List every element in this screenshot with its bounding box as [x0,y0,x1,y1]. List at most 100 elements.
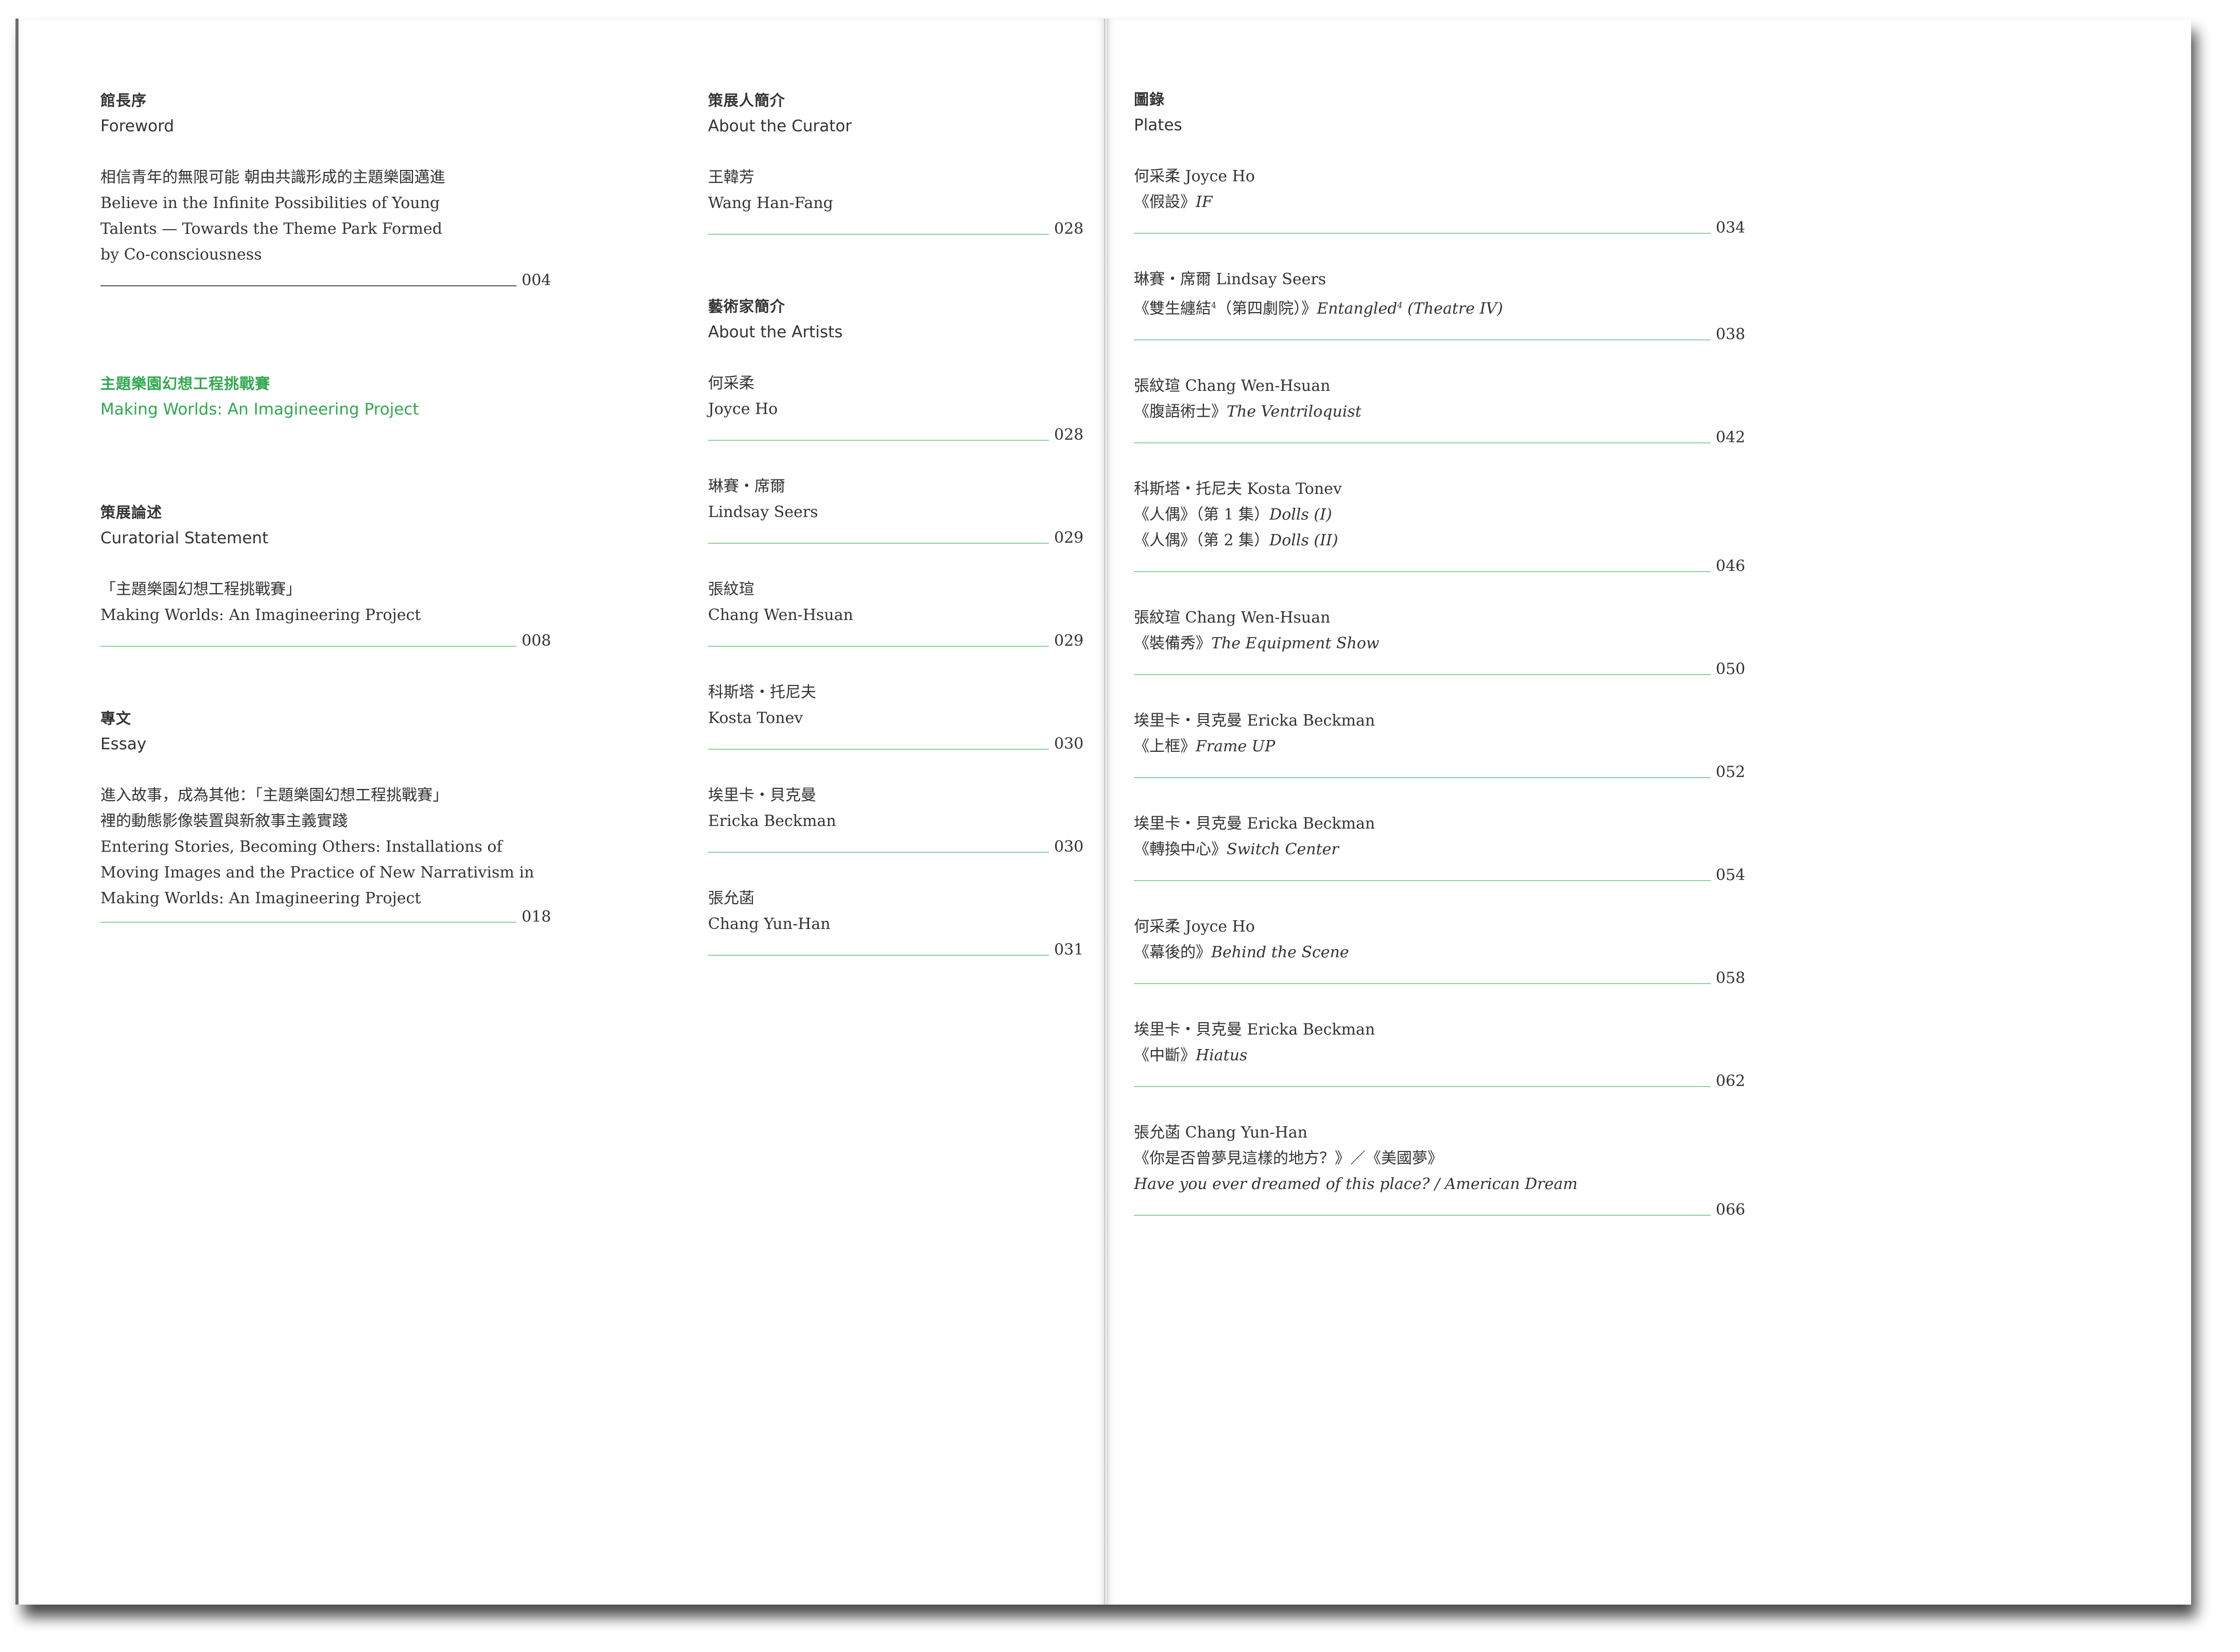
page-number: 028 [1054,220,1084,238]
leader-rule [1134,233,1711,234]
plate-entry[interactable]: 科斯塔・托尼夫 Kosta Tonev 《人偶》（第 1 集）Dolls (I)… [1134,476,1757,579]
page-number: 058 [1716,969,1746,987]
plate-artist: 琳賽・席爾 Lindsay Seers [1134,270,1326,288]
entry-title-line: Making Worlds: An Imagineering Project [100,606,421,624]
section-heading-en: Plates [1134,116,1182,134]
leader-rule [1134,983,1711,984]
toc-column-2: 策展人簡介 About the Curator 王韓芳 Wang Han-Fan… [708,88,1089,963]
toc-entry-curator[interactable]: 策展人簡介 About the Curator 王韓芳 Wang Han-Fan… [708,88,1089,242]
plate-title: 《雙生纏結4（第四劇院）》Entangled4 (Theatre IV) [1134,300,1503,318]
plate-entry[interactable]: 埃里卡・貝克曼 Ericka Beckman 《轉換中心》Switch Cent… [1134,811,1757,888]
section-heading-en: Essay [100,735,147,753]
plate-entry[interactable]: 張紋瑄 Chang Wen-Hsuan 《腹語術士》The Ventriloqu… [1134,373,1757,451]
plate-title: 《轉換中心》Switch Center [1134,840,1339,858]
page-number: 042 [1716,428,1746,446]
plate-entry[interactable]: 何采柔 Joyce Ho 《假設》IF 034 [1134,164,1757,241]
plate-artist: 何采柔 Joyce Ho [1134,918,1255,936]
artist-name-zh: 張允菡 [708,889,754,907]
section-heading-zh: 專文 [100,710,132,727]
leader-rule [708,543,1049,544]
plate-entry[interactable]: 埃里卡・貝克曼 Ericka Beckman 《中斷》Hiatus 062 [1134,1017,1757,1094]
plate-artist: 科斯塔・托尼夫 Kosta Tonev [1134,480,1342,498]
plate-artist: 張允菡 Chang Yun-Han [1134,1124,1308,1142]
leader-rule [708,440,1049,441]
plate-entry[interactable]: 埃里卡・貝克曼 Ericka Beckman 《上框》Frame UP 052 [1134,708,1757,785]
plate-title: 《上框》Frame UP [1134,737,1276,755]
plate-artist: 埃里卡・貝克曼 Ericka Beckman [1134,712,1375,730]
page-number: 031 [1054,941,1084,959]
plate-title-zh: 《你是否曾夢見這樣的地方？》／《美國夢》 [1134,1149,1443,1167]
leader-rule [1134,674,1711,675]
entry-title-line: 裡的動態影像裝置與新敘事主義實踐 [100,812,348,830]
page-number: 008 [522,632,552,650]
entry-title-line: Believe in the Infinite Possibilities of… [100,194,440,212]
page-number: 030 [1054,838,1084,856]
plate-artist: 張紋瑄 Chang Wen-Hsuan [1134,377,1331,395]
project-title-zh: 主題樂園幻想工程挑戰賽 [100,375,271,392]
artist-name-zh: 何采柔 [708,374,754,392]
leader-rule [708,234,1049,235]
artist-entry[interactable]: 張允菡 Chang Yun-Han 031 [708,886,1089,963]
book-spine [1104,19,1108,1605]
artist-name-en: Chang Wen-Hsuan [708,606,853,624]
leader-rule [1134,1086,1711,1087]
artist-entry[interactable]: 科斯塔・托尼夫 Kosta Tonev 030 [708,680,1089,757]
plate-title: 《腹語術士》The Ventriloquist [1134,403,1362,421]
plate-title: 《裝備秀》The Equipment Show [1134,634,1380,652]
artist-name-zh: 張紋瑄 [708,580,754,598]
page-number: 018 [522,908,552,926]
page-number: 038 [1716,325,1746,343]
page-number: 054 [1716,866,1746,884]
plate-entry[interactable]: 張紋瑄 Chang Wen-Hsuan 《裝備秀》The Equipment S… [1134,605,1757,682]
page-number: 052 [1716,763,1746,781]
curator-name-zh: 王韓芳 [708,168,754,186]
page-number: 004 [522,271,552,289]
leader-rule [100,646,516,647]
toc-entry-foreword[interactable]: 館長序 Foreword 相信青年的無限可能 朝由共識形成的主題樂園邁進 Bel… [100,88,552,294]
artist-entry[interactable]: 何采柔 Joyce Ho 028 [708,371,1089,448]
leader-rule [100,285,516,286]
section-heading-en: About the Curator [708,117,852,135]
curator-name-en: Wang Han-Fang [708,194,833,212]
plate-artist: 埃里卡・貝克曼 Ericka Beckman [1134,1021,1375,1039]
plate-artist: 何采柔 Joyce Ho [1134,167,1255,185]
leader-rule [708,646,1049,647]
leader-rule [1134,571,1711,572]
plate-entry[interactable]: 張允菡 Chang Yun-Han 《你是否曾夢見這樣的地方？》／《美國夢》 H… [1134,1120,1757,1223]
entry-title-line: Talents — Towards the Theme Park Formed [100,220,442,238]
book-spread: 館長序 Foreword 相信青年的無限可能 朝由共識形成的主題樂園邁進 Bel… [0,0,2240,1652]
plate-title: 《幕後的》Behind the Scene [1134,943,1349,961]
toc-column-plates: 圖錄 Plates 何采柔 Joyce Ho 《假設》IF 034 琳賽・席爾 … [1134,87,1757,1223]
plate-artist: 埃里卡・貝克曼 Ericka Beckman [1134,815,1375,833]
plate-entry[interactable]: 琳賽・席爾 Lindsay Seers 《雙生纏結4（第四劇院）》Entangl… [1134,267,1757,348]
artist-name-en: Lindsay Seers [708,503,818,521]
section-heading-zh: 策展人簡介 [708,92,786,109]
plate-title: 《假設》IF [1134,193,1213,211]
section-heading-zh: 策展論述 [100,504,163,521]
entry-title-line: Entering Stories, Becoming Others: Insta… [100,838,503,856]
artist-entry[interactable]: 張紋瑄 Chang Wen-Hsuan 029 [708,577,1089,654]
artist-entry[interactable]: 埃里卡・貝克曼 Ericka Beckman 030 [708,783,1089,860]
artist-name-en: Joyce Ho [708,400,778,418]
leader-rule [100,922,516,923]
artist-name-zh: 科斯塔・托尼夫 [708,683,816,701]
artist-entry[interactable]: 琳賽・席爾 Lindsay Seers 029 [708,474,1089,551]
plate-title: 《人偶》（第 2 集）Dolls (II) [1134,531,1338,549]
section-heading-zh: 館長序 [100,92,147,109]
project-title-en: Making Worlds: An Imagineering Project [100,400,419,419]
toc-entry-essay[interactable]: 專文 Essay 進入故事，成為其他：「主題樂園幻想工程挑戰賽」 裡的動態影像裝… [100,705,552,930]
page-number: 029 [1054,632,1084,650]
page-number: 062 [1716,1072,1746,1090]
plate-title-en: Have you ever dreamed of this place? / A… [1134,1175,1578,1193]
plate-entry[interactable]: 何采柔 Joyce Ho 《幕後的》Behind the Scene 058 [1134,914,1757,991]
plate-title: 《中斷》Hiatus [1134,1046,1248,1064]
page-number: 034 [1716,219,1746,237]
leader-rule [1134,880,1711,881]
section-heading-en: Foreword [100,117,175,135]
leader-rule [1134,1215,1711,1216]
leader-rule [708,749,1049,750]
entry-title-line: 進入故事，成為其他：「主題樂園幻想工程挑戰賽」 [100,786,448,804]
entry-title-line: 「主題樂園幻想工程挑戰賽」 [100,580,301,598]
leader-rule [1134,339,1711,340]
toc-entry-curatorial-statement[interactable]: 策展論述 Curatorial Statement 「主題樂園幻想工程挑戰賽」 … [100,500,552,654]
